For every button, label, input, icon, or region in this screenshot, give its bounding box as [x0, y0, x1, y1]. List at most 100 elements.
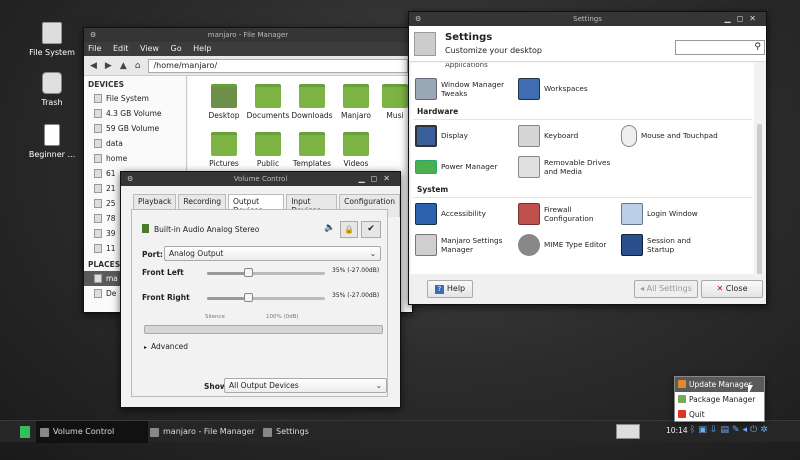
folder-templates[interactable]: Templates: [290, 132, 334, 168]
section-hardware: Hardware: [413, 104, 752, 120]
firewall-icon: [518, 202, 540, 225]
settings-item-applications[interactable]: Applications: [411, 63, 754, 73]
folder-desktop[interactable]: Desktop: [202, 84, 246, 120]
gear-icon[interactable]: ✲: [760, 425, 771, 435]
menu-help[interactable]: Help: [193, 44, 211, 53]
scrollbar[interactable]: [757, 124, 762, 284]
sidebar-item-device[interactable]: File System: [84, 91, 186, 106]
up-icon[interactable]: ▲: [120, 61, 127, 71]
folder-documents[interactable]: Documents: [246, 84, 290, 120]
home-icon[interactable]: ⌂: [135, 61, 141, 71]
folder-pictures[interactable]: Pictures: [202, 132, 246, 168]
close-icon[interactable]: ✕: [383, 174, 396, 183]
settings-item-power[interactable]: Power Manager: [411, 159, 514, 174]
settings-item-session[interactable]: Session and Startup: [617, 233, 720, 256]
forward-icon[interactable]: ▶: [105, 61, 112, 71]
login-window-icon: [621, 202, 643, 225]
lock-channels-button[interactable]: 🔒: [340, 221, 358, 238]
chevron-down-icon: ⌄: [375, 381, 382, 390]
folder-icon: [255, 132, 281, 156]
window-menu-icon[interactable]: ⚙: [127, 172, 133, 186]
settings-item-accessibility[interactable]: Accessibility: [411, 202, 514, 225]
front-right-slider[interactable]: [207, 293, 325, 302]
settings-icon: [263, 427, 272, 437]
show-dropdown[interactable]: All Output Devices ⌄: [224, 378, 387, 393]
window-menu-icon[interactable]: ⚙: [90, 28, 96, 42]
update-tray-icon[interactable]: ⇩: [710, 425, 721, 435]
task-volume-control[interactable]: Volume Control: [36, 421, 148, 443]
clipboard-icon[interactable]: ▣: [698, 425, 710, 435]
desktop-icon-beginner[interactable]: Beginner ...: [22, 124, 82, 159]
settings-item-manjaro[interactable]: Manjaro Settings Manager: [411, 233, 514, 256]
maximize-icon[interactable]: ◻: [371, 174, 384, 183]
power-icon[interactable]: ⏻: [750, 425, 760, 435]
folder-icon: [211, 84, 237, 108]
workspaces-icon: [518, 77, 540, 100]
search-input[interactable]: ⚲: [675, 40, 765, 55]
sidebar-item-device[interactable]: home: [84, 151, 186, 166]
close-icon[interactable]: ✕: [749, 14, 762, 23]
maximize-icon[interactable]: ◻: [737, 14, 750, 23]
file-manager-toolbar: ◀ ▶ ▲ ⌂ /home/manjaro/: [84, 56, 412, 76]
window-title: Volume Control: [233, 175, 288, 183]
sidebar-item-device[interactable]: data: [84, 136, 186, 151]
slider-handle[interactable]: [244, 293, 254, 302]
task-file-manager[interactable]: manjaro - File Manager: [150, 421, 255, 443]
back-icon[interactable]: ◀: [90, 61, 97, 71]
settings-titlebar[interactable]: ⚙ Settings ▁◻✕: [409, 12, 766, 26]
port-dropdown[interactable]: Analog Output ⌄: [164, 246, 381, 261]
task-settings[interactable]: Settings: [263, 421, 309, 443]
volume-titlebar[interactable]: ⚙ Volume Control ▁◻✕: [121, 172, 400, 186]
sidebar-item-device[interactable]: 59 GB Volume: [84, 121, 186, 136]
folder-manjaro[interactable]: Manjaro: [334, 84, 378, 120]
settings-subtitle: Customize your desktop: [445, 46, 542, 55]
settings-item-display[interactable]: Display: [411, 124, 514, 147]
folder-icon: [343, 132, 369, 156]
minimize-icon[interactable]: ▁: [359, 174, 371, 183]
advanced-expander[interactable]: ▸ Advanced: [144, 342, 188, 351]
folder-videos[interactable]: Videos: [334, 132, 378, 168]
settings-item-mouse[interactable]: Mouse and Touchpad: [617, 124, 720, 147]
close-button[interactable]: ✕ Close: [701, 280, 763, 298]
slider-handle[interactable]: [244, 268, 254, 277]
file-manager-titlebar[interactable]: ⚙ manjaro - File Manager: [84, 28, 412, 42]
settings-item-login[interactable]: Login Window: [617, 202, 720, 225]
menu-file[interactable]: File: [88, 44, 101, 53]
all-settings-button[interactable]: ◂ All Settings: [634, 280, 698, 298]
settings-item-mime[interactable]: MIME Type Editor: [514, 233, 617, 256]
help-button[interactable]: ? Help: [427, 280, 473, 298]
settings-item-workspaces[interactable]: Workspaces: [514, 77, 617, 100]
desktop-icon-file-system[interactable]: File System: [22, 22, 82, 57]
folder-downloads[interactable]: Downloads: [290, 84, 334, 120]
folder-music[interactable]: Musi: [378, 84, 412, 120]
menu-item-quit[interactable]: Quit: [675, 407, 764, 422]
default-device-button[interactable]: ✔: [361, 221, 381, 238]
hundred-percent-mark: 100% (0dB): [266, 314, 299, 320]
drive-icon: [94, 184, 102, 193]
peak-meter: [144, 325, 383, 334]
menu-view[interactable]: View: [140, 44, 159, 53]
network-icon[interactable]: ▤: [720, 425, 732, 435]
pen-icon[interactable]: ✎: [732, 425, 743, 435]
clock[interactable]: 10:14: [666, 426, 688, 435]
sidebar-item-device[interactable]: 4.3 GB Volume: [84, 106, 186, 121]
sliders-icon: [415, 233, 437, 256]
front-left-slider[interactable]: [207, 268, 325, 277]
settings-item-wm-tweaks[interactable]: Window Manager Tweaks: [411, 77, 514, 100]
location-field[interactable]: /home/manjaro/: [148, 58, 408, 73]
minimize-icon[interactable]: ▁: [725, 14, 737, 23]
volume-tray-icon[interactable]: ◂: [743, 425, 751, 435]
menu-edit[interactable]: Edit: [113, 44, 129, 53]
display-icon: [415, 124, 437, 147]
workspace-switcher[interactable]: [616, 424, 640, 439]
settings-item-firewall[interactable]: Firewall Configuration: [514, 202, 617, 225]
desktop-icon-trash[interactable]: Trash: [22, 72, 82, 107]
settings-item-keyboard[interactable]: Keyboard: [514, 124, 617, 147]
settings-title: Settings: [445, 32, 493, 43]
folder-public[interactable]: Public: [246, 132, 290, 168]
menu-go[interactable]: Go: [171, 44, 182, 53]
window-menu-icon[interactable]: ⚙: [415, 12, 421, 26]
window-title: Settings: [573, 15, 602, 23]
settings-item-removable[interactable]: Removable Drives and Media: [514, 155, 617, 178]
manjaro-menu-icon[interactable]: [20, 426, 30, 438]
